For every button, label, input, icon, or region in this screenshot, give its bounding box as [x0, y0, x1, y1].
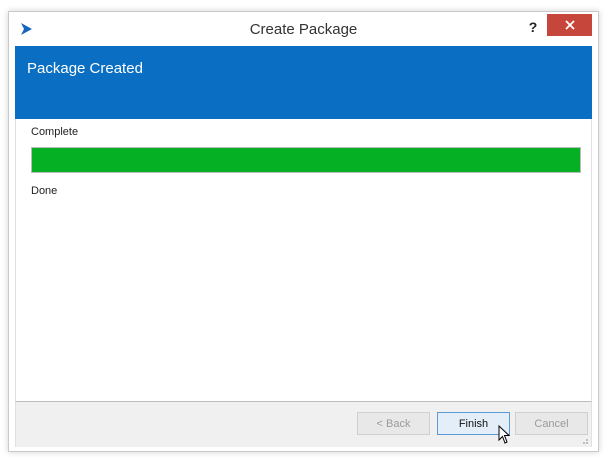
progress-bar: [31, 147, 581, 173]
progress-detail-label: Done: [31, 185, 58, 197]
content-area: Complete Done: [15, 119, 592, 409]
header-banner: Package Created: [15, 46, 592, 119]
title-bar: Create Package ?: [9, 12, 598, 46]
close-button[interactable]: [547, 14, 592, 36]
resize-grip-icon[interactable]: [579, 435, 589, 445]
help-button[interactable]: ?: [526, 18, 540, 36]
page-title: Package Created: [27, 60, 143, 77]
progress-status-label: Complete: [31, 126, 79, 138]
progress-bar-fill: [32, 148, 580, 172]
back-button[interactable]: < Back: [357, 412, 430, 435]
cancel-button[interactable]: Cancel: [515, 412, 588, 435]
finish-button[interactable]: Finish: [437, 412, 510, 435]
create-package-dialog: Create Package ? Package Created Complet…: [8, 11, 599, 452]
window-title: Create Package: [249, 21, 358, 38]
close-icon: [564, 20, 575, 30]
button-bar: < Back Finish Cancel: [15, 401, 592, 447]
